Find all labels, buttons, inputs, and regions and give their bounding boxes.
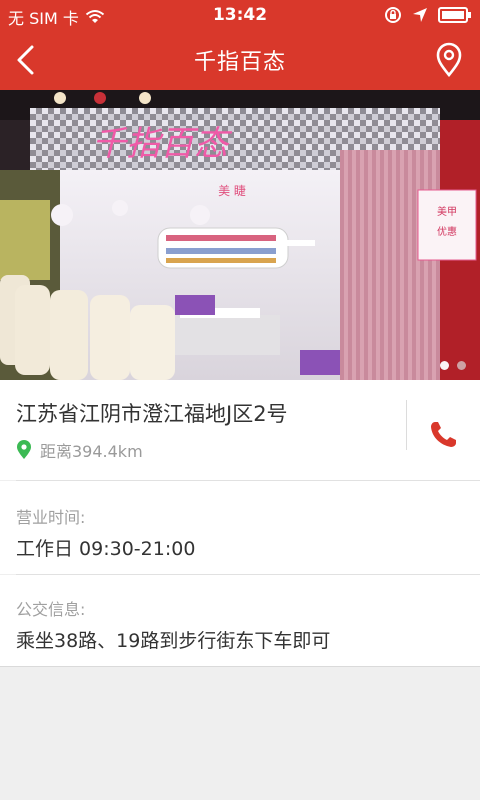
transit-value: 乘坐38路、19路到步行街东下车即可 <box>16 630 331 652</box>
address-card: 江苏省江阴市澄江福地J区2号 距离394.4km <box>0 380 480 480</box>
svg-text:优惠: 优惠 <box>437 225 457 238</box>
location-arrow-icon <box>413 8 427 22</box>
store-photo-carousel[interactable]: 美甲 优惠 千指百态 美 睫 <box>0 90 480 380</box>
location-pin-icon <box>17 440 31 459</box>
store-sub-sign: 美 睫 <box>218 184 246 198</box>
store-sign-text: 千指百态 <box>92 124 233 164</box>
hours-section: 营业时间: 工作日 09:30-21:00 <box>0 481 480 574</box>
status-bar: 无 SIM 卡 13:42 <box>0 0 480 30</box>
divider <box>0 666 480 667</box>
carousel-indicator <box>440 361 466 370</box>
store-photo: 美甲 优惠 千指百态 美 睫 <box>0 90 480 380</box>
distance-row: 距离394.4km <box>16 438 143 462</box>
hours-value: 工作日 09:30-21:00 <box>16 538 196 560</box>
transit-label: 公交信息: <box>16 600 86 619</box>
store-address: 江苏省江阴市澄江福地J区2号 <box>16 402 288 426</box>
carousel-dot-active[interactable] <box>440 361 449 370</box>
divider <box>406 400 407 450</box>
phone-call-icon[interactable] <box>428 420 460 450</box>
transit-section: 公交信息: 乘坐38路、19路到步行街东下车即可 <box>0 575 480 666</box>
page-title: 千指百态 <box>193 50 286 75</box>
status-right <box>384 6 472 24</box>
svg-text:美甲: 美甲 <box>437 205 457 218</box>
rotation-lock-icon <box>385 7 401 23</box>
map-pin-icon[interactable] <box>434 42 464 78</box>
battery-icon <box>438 7 471 23</box>
hours-label: 营业时间: <box>16 508 86 527</box>
nav-bar: 千指百态 <box>0 30 480 90</box>
carousel-dot[interactable] <box>457 361 466 370</box>
distance-text: 距离394.4km <box>40 442 143 461</box>
